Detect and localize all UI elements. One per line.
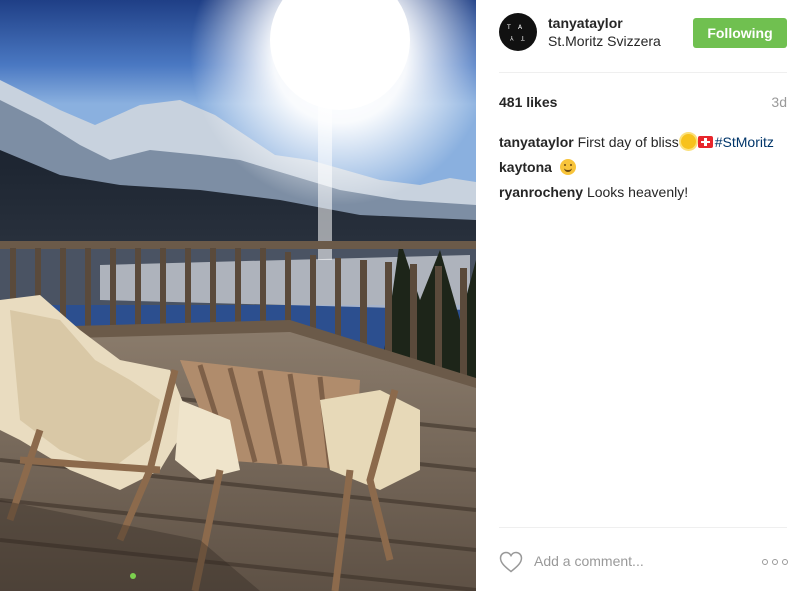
photo-image <box>0 0 476 591</box>
avatar-logo-glyph: T <box>507 24 511 31</box>
more-options-icon[interactable] <box>762 554 788 570</box>
list-item: ryanrocheny Looks heavenly! <box>499 180 799 205</box>
comment-username[interactable]: tanyataylor <box>499 134 574 150</box>
heart-icon[interactable] <box>499 551 523 573</box>
divider <box>499 72 787 73</box>
dot-icon <box>772 559 778 565</box>
comment-text: First day of bliss <box>577 134 679 150</box>
dot-icon <box>762 559 768 565</box>
post-header: T A Y T tanyataylor St.Moritz Svizzera F… <box>476 0 806 72</box>
avatar-logo-glyph: T <box>521 34 525 41</box>
avatar-logo-glyph: A <box>518 24 523 31</box>
post-photo[interactable] <box>0 0 476 591</box>
username-link[interactable]: tanyataylor <box>548 15 623 31</box>
comment-username[interactable]: kaytona <box>499 159 552 175</box>
comment-list: tanyataylor First day of bliss #StMoritz … <box>499 130 799 205</box>
list-item: tanyataylor First day of bliss #StMoritz <box>499 130 799 155</box>
sun-emoji-icon <box>680 134 696 149</box>
location-link[interactable]: St.Moritz Svizzera <box>548 33 661 49</box>
dot-icon <box>782 559 788 565</box>
hashtag-link[interactable]: #StMoritz <box>715 134 774 150</box>
comment-username[interactable]: ryanrocheny <box>499 184 583 200</box>
comment-input[interactable] <box>534 550 734 572</box>
list-item: kaytona <box>499 155 799 180</box>
smiley-emoji-icon <box>559 159 576 175</box>
comment-text: Looks heavenly! <box>586 184 689 200</box>
post-timestamp[interactable]: 3d <box>771 94 787 110</box>
likes-count[interactable]: 481 likes <box>499 94 557 110</box>
swiss-flag-icon <box>697 136 713 148</box>
following-button[interactable]: Following <box>693 18 787 48</box>
avatar[interactable]: T A Y T <box>499 13 537 51</box>
post-details-panel: T A Y T tanyataylor St.Moritz Svizzera F… <box>476 0 806 591</box>
avatar-logo-glyph: Y <box>510 34 514 41</box>
divider <box>499 527 787 528</box>
